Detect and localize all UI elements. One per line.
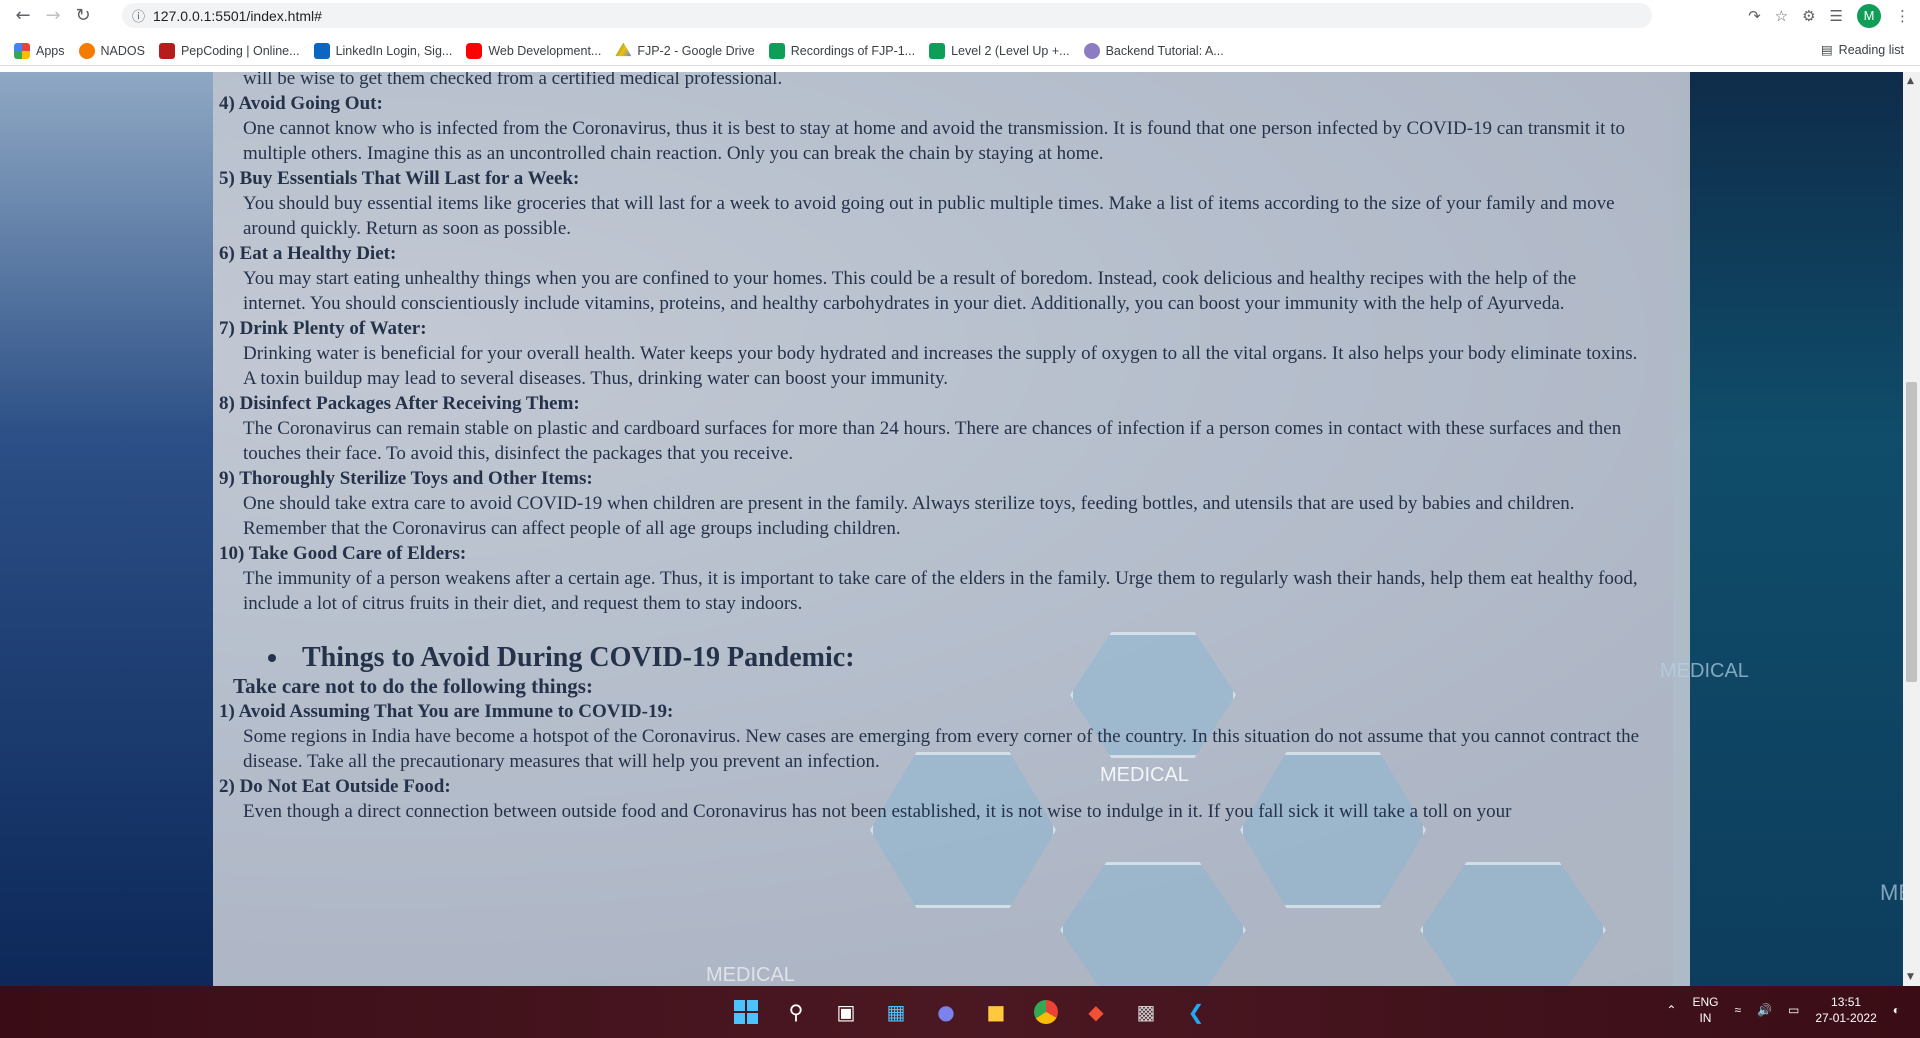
apps-grid-icon	[14, 42, 30, 59]
reload-icon[interactable]: ↻	[68, 0, 98, 30]
tip-body: The immunity of a person weakens after a…	[243, 568, 1638, 614]
bookmark-fjp2-drive[interactable]: FJP-2 - Google Drive	[615, 42, 755, 59]
avoid-body: Some regions in India have become a hots…	[243, 726, 1640, 772]
tip-body: The Coronavirus can remain stable on pla…	[243, 418, 1622, 464]
forward-icon[interactable]: →	[38, 0, 68, 30]
avoid-body: Even though a direct connection between …	[243, 801, 1512, 822]
volume-icon[interactable]: 🔊	[1757, 1003, 1772, 1017]
medical-label-3: MEDICAL	[706, 964, 795, 986]
linkedin-icon	[313, 42, 330, 59]
search-icon[interactable]: ⚲	[778, 994, 814, 1030]
page-scrollbar[interactable]: ▲ ▼	[1903, 72, 1920, 986]
avoid-heading: 1) Avoid Assuming That You are Immune to…	[219, 701, 674, 722]
extensions-icon[interactable]: ⚙	[1802, 7, 1815, 25]
bookmark-apps[interactable]: Apps	[14, 42, 65, 59]
task-view-icon[interactable]: ▣	[828, 994, 864, 1030]
chevron-up-icon[interactable]: ⌃	[1666, 1003, 1676, 1017]
youtube-icon	[466, 42, 483, 59]
bookmark-web-dev[interactable]: Web Development...	[466, 42, 601, 59]
windows-taskbar: ⚲ ▣ ▦ ● ■ ◆ ▩ ❮ ⌃ ENG IN ≈ 🔊 ▭ 13:51 27-…	[0, 986, 1920, 1038]
media-icon[interactable]: ☰	[1830, 7, 1843, 25]
clock[interactable]: 13:51 27-01-2022	[1815, 994, 1876, 1026]
bullet-icon	[268, 654, 276, 662]
background-right	[1673, 72, 1903, 986]
share-icon[interactable]: ↷	[1748, 7, 1761, 25]
sheets-icon	[768, 42, 785, 59]
tip-body: One should take extra care to avoid COVI…	[243, 493, 1575, 539]
address-bar[interactable]: ⓘ 127.0.0.1:5501/index.html#	[122, 3, 1652, 28]
section-heading: Things to Avoid During COVID-19 Pandemic…	[213, 642, 1663, 674]
url-text: 127.0.0.1:5501/index.html#	[153, 7, 322, 24]
vscode-icon[interactable]: ❮	[1178, 994, 1214, 1030]
terminal-icon[interactable]: ▩	[1128, 994, 1164, 1030]
bookmark-level2[interactable]: Level 2 (Level Up +...	[929, 42, 1070, 59]
bookmark-backend-tutorial[interactable]: Backend Tutorial: A...	[1083, 42, 1224, 59]
tip-heading: 8) Disinfect Packages After Receiving Th…	[219, 393, 580, 414]
google-drive-icon	[615, 42, 632, 57]
avoid-heading: 2) Do Not Eat Outside Food:	[219, 776, 451, 797]
background-left	[0, 72, 213, 986]
medical-label-4: MED	[1880, 880, 1903, 905]
nados-icon	[78, 42, 95, 59]
bookmark-recordings[interactable]: Recordings of FJP-1...	[768, 42, 915, 59]
tip-body: Drinking water is beneficial for your ov…	[243, 343, 1638, 389]
chrome-icon[interactable]	[1028, 994, 1064, 1030]
widgets-icon[interactable]: ▦	[878, 994, 914, 1030]
back-icon[interactable]: ←	[8, 0, 38, 30]
bookmark-nados[interactable]: NADOS	[78, 42, 145, 59]
scroll-down-icon[interactable]: ▼	[1907, 972, 1914, 982]
tip-heading: 7) Drink Plenty of Water:	[219, 318, 427, 339]
sheets-icon	[929, 42, 946, 59]
tip-body: You should buy essential items like groc…	[243, 193, 1615, 239]
language-indicator[interactable]: ENG IN	[1692, 994, 1718, 1026]
git-icon[interactable]: ◆	[1078, 994, 1114, 1030]
battery-icon[interactable]: ▭	[1788, 1003, 1799, 1017]
bookmarks-bar: Apps NADOS PepCoding | Online... LinkedI…	[0, 36, 1920, 66]
browser-toolbar: ← → ↻ ⓘ 127.0.0.1:5501/index.html# ↷ ☆ ⚙…	[0, 0, 1920, 30]
bookmark-linkedin[interactable]: LinkedIn Login, Sig...	[313, 42, 452, 59]
tip-heading: 4) Avoid Going Out:	[219, 93, 383, 114]
medical-label-2: MEDICAL	[1660, 660, 1749, 682]
scrollbar-thumb[interactable]	[1906, 382, 1917, 682]
wifi-icon[interactable]: ≈	[1734, 1003, 1741, 1017]
tip-body: One cannot know who is infected from the…	[243, 118, 1625, 164]
windows-start-icon[interactable]	[728, 994, 764, 1030]
pepcoding-icon	[158, 42, 175, 59]
reading-list-icon: ▤	[1820, 43, 1833, 57]
scroll-up-icon[interactable]: ▲	[1907, 76, 1914, 86]
notification-icon[interactable]: ◐	[1893, 1003, 1900, 1017]
star-icon[interactable]: ☆	[1775, 7, 1788, 25]
teams-chat-icon[interactable]: ●	[928, 994, 964, 1030]
file-explorer-icon[interactable]: ■	[978, 994, 1014, 1030]
profile-photo-icon	[1083, 42, 1100, 59]
tip-heading: 10) Take Good Care of Elders:	[219, 543, 467, 564]
reading-list-button[interactable]: ▤ Reading list	[1820, 42, 1904, 58]
tip-heading: 6) Eat a Healthy Diet:	[219, 243, 397, 264]
tip-heading: 5) Buy Essentials That Will Last for a W…	[219, 168, 580, 189]
page-viewport: MEDICAL MEDICAL MEDICAL MED will be wise…	[0, 72, 1903, 986]
tip-body: You may start eating unhealthy things wh…	[243, 268, 1577, 314]
bookmark-pepcoding[interactable]: PepCoding | Online...	[158, 42, 300, 59]
profile-avatar[interactable]: M	[1857, 3, 1881, 28]
info-icon[interactable]: ⓘ	[132, 6, 145, 25]
section-subheading: Take care not to do the following things…	[233, 674, 593, 698]
previous-paragraph-tail: will be wise to get them checked from a …	[243, 72, 783, 89]
tip-heading: 9) Thoroughly Sterilize Toys and Other I…	[219, 468, 593, 489]
article-content: will be wise to get them checked from a …	[213, 72, 1663, 824]
menu-icon[interactable]: ⋮	[1895, 7, 1910, 25]
